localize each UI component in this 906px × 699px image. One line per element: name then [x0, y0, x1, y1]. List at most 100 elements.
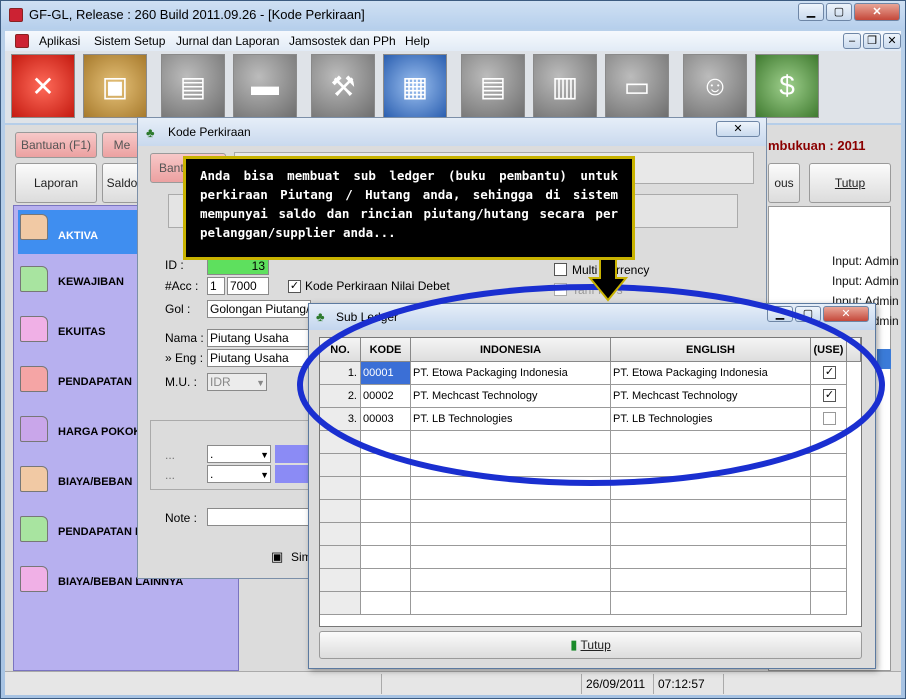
- previous-button[interactable]: ous: [768, 163, 800, 203]
- menu-bar: Aplikasi Sistem Setup Jurnal dan Laporan…: [5, 31, 901, 51]
- folder-icon: [20, 366, 48, 392]
- mdi-minimize-button[interactable]: –: [843, 33, 861, 49]
- empty-cell: [320, 500, 361, 523]
- empty-cell: [611, 592, 811, 615]
- close-button[interactable]: ✕: [854, 3, 900, 21]
- empty-cell: [811, 569, 847, 592]
- spreadsheet-icon[interactable]: ▦: [383, 54, 447, 118]
- arrow-down-icon: [588, 258, 628, 302]
- multi-currency-checkbox[interactable]: [554, 263, 567, 276]
- empty-cell: [361, 592, 411, 615]
- nama-label: Nama :: [165, 331, 204, 345]
- title-bar: GF-GL, Release : 260 Build 2011.09.26 - …: [1, 1, 905, 29]
- laporan-button[interactable]: Laporan: [15, 163, 97, 203]
- empty-cell: [811, 523, 847, 546]
- dialog-title: Kode Perkiraan: [168, 125, 251, 139]
- acc-label: #Acc :: [165, 279, 199, 293]
- empty-cell: [411, 569, 611, 592]
- bantuan-button[interactable]: Bantuan (F1): [15, 132, 97, 158]
- empty-cell: [411, 500, 611, 523]
- acc-field[interactable]: 7000: [227, 277, 269, 295]
- printer-icon[interactable]: ▭: [605, 54, 669, 118]
- gol-label: Gol :: [165, 302, 191, 316]
- chevron-down-icon: ▼: [260, 470, 269, 480]
- folder-icon: [20, 214, 48, 240]
- id-label: ID :: [165, 258, 184, 272]
- empty-cell: [320, 523, 361, 546]
- highlight-ellipse: [297, 284, 885, 486]
- clover-icon: ♣: [146, 125, 155, 140]
- exit-icon: ▮: [570, 637, 578, 652]
- menu-help[interactable]: Help: [405, 34, 430, 48]
- empty-cell: [411, 592, 611, 615]
- folder-icon: [20, 416, 48, 442]
- car-icon[interactable]: ▬: [233, 54, 297, 118]
- chevron-down-icon: ▼: [260, 450, 269, 460]
- app-icon: [9, 8, 23, 22]
- clipboard-icon[interactable]: ▥: [533, 54, 597, 118]
- empty-cell: [320, 569, 361, 592]
- mu-select[interactable]: IDR ▼: [207, 373, 267, 391]
- minimize-button[interactable]: ▁: [798, 3, 824, 21]
- menu-jurnal-laporan[interactable]: Jurnal dan Laporan: [176, 34, 279, 48]
- empty-cell: [611, 523, 811, 546]
- empty-cell: [611, 569, 811, 592]
- close-icon[interactable]: ✕: [11, 54, 75, 118]
- mdi-close-button[interactable]: ✕: [883, 33, 901, 49]
- dropdown-2[interactable]: . ▼: [207, 465, 271, 483]
- empty-cell: [361, 500, 411, 523]
- empty-cell: [611, 500, 811, 523]
- tutup-main-button[interactable]: Tutup: [809, 163, 891, 203]
- periode-label: mbukuan : 2011: [768, 138, 866, 153]
- tutup-button[interactable]: ▮ Tutup: [319, 631, 862, 659]
- empty-cell: [811, 592, 847, 615]
- note-field[interactable]: [207, 508, 311, 526]
- window-title: GF-GL, Release : 260 Build 2011.09.26 - …: [29, 7, 365, 22]
- mdi-restore-button[interactable]: ❐: [863, 33, 881, 49]
- status-date: 26/09/2011: [581, 674, 653, 694]
- status-time: 07:12:57: [653, 674, 723, 694]
- empty-cell: [611, 546, 811, 569]
- highlight-ellipse-stroke: [297, 284, 885, 486]
- app-menu-icon[interactable]: [15, 34, 29, 48]
- cabinet-icon[interactable]: ▤: [161, 54, 225, 118]
- empty-cell: [320, 546, 361, 569]
- folder-icon: [20, 566, 48, 592]
- saldo-button[interactable]: Saldo: [102, 163, 142, 203]
- folder-icon: [20, 516, 48, 542]
- save-icon: ▣: [271, 549, 284, 564]
- dropdown-1[interactable]: . ▼: [207, 445, 271, 463]
- empty-cell: [411, 523, 611, 546]
- mu-label: M.U. :: [165, 375, 197, 389]
- money-icon[interactable]: $: [755, 54, 819, 118]
- menu-sistem-setup[interactable]: Sistem Setup: [94, 34, 165, 48]
- note-label: Note :: [165, 511, 198, 525]
- stamp-icon[interactable]: ⚒: [311, 54, 375, 118]
- empty-cell: [320, 592, 361, 615]
- empty-cell: [411, 546, 611, 569]
- me-button[interactable]: Me: [102, 132, 142, 158]
- input-label: Input: Admin: [832, 254, 899, 268]
- maximize-button[interactable]: ▢: [826, 3, 852, 21]
- zip-icon[interactable]: ▣: [83, 54, 147, 118]
- empty-cell: [811, 546, 847, 569]
- menu-aplikasi[interactable]: Aplikasi: [39, 34, 80, 48]
- empty-cell: [361, 569, 411, 592]
- eng-label: » Eng :: [165, 351, 204, 365]
- empty-cell: [361, 546, 411, 569]
- folder-icon: [20, 266, 48, 292]
- menu-jamsostek-pph[interactable]: Jamsostek dan PPh: [289, 34, 396, 48]
- users-icon[interactable]: ☺: [683, 54, 747, 118]
- tooltip-callout: Anda bisa membuat sub ledger (buku pemba…: [183, 156, 635, 260]
- chevron-down-icon: ▼: [256, 378, 265, 388]
- folder-icon: [20, 316, 48, 342]
- toolbar: ✕ ▣ ▤ ▬ ⚒ ▦ ▤ ▥ ▭ ☺ $: [5, 51, 901, 123]
- empty-cell: [361, 523, 411, 546]
- folder-icon: [20, 466, 48, 492]
- status-bar: 26/09/2011 07:12:57: [5, 671, 901, 695]
- dialog-close-button[interactable]: ✕: [716, 121, 760, 137]
- documents-icon[interactable]: ▤: [461, 54, 525, 118]
- dialog-title-bar: ♣ Kode Perkiraan ✕: [138, 118, 766, 146]
- acc-prefix-field[interactable]: 1: [207, 277, 225, 295]
- empty-cell: [811, 500, 847, 523]
